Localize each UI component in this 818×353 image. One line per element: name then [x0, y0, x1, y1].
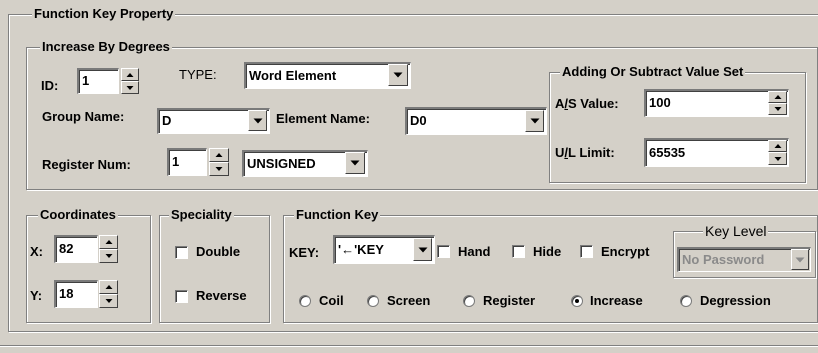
register-num-spinner[interactable] [209, 148, 229, 176]
increase-radio[interactable] [571, 295, 583, 307]
type-label: TYPE: [179, 67, 217, 82]
encrypt-label: Encrypt [601, 244, 650, 259]
as-value-label: A/S Value: [555, 96, 619, 111]
dropdown-arrow-icon [418, 247, 427, 252]
speciality-group [159, 215, 270, 323]
type-dropdown-button[interactable] [388, 64, 408, 86]
hand-label: Hand [458, 244, 491, 259]
spin-up-arrow-icon[interactable] [768, 140, 787, 152]
degression-radio[interactable] [680, 295, 692, 307]
hide-checkbox[interactable] [512, 245, 525, 258]
coil-radio[interactable] [299, 295, 311, 307]
dropdown-arrow-icon [350, 160, 360, 166]
spin-up-arrow-icon[interactable] [99, 235, 118, 249]
register-num-label: Register Num: [42, 157, 131, 172]
x-label: X: [30, 244, 43, 259]
id-label: ID: [41, 78, 59, 93]
register-radio[interactable] [463, 295, 475, 307]
spin-down-arrow-icon[interactable] [768, 152, 787, 165]
as-value-spinner[interactable] [768, 91, 787, 115]
y-label: Y: [30, 288, 43, 303]
reverse-label: Reverse [196, 288, 247, 303]
element-name-dropdown-button[interactable] [525, 110, 544, 132]
radio-selected-dot [575, 299, 579, 303]
sign-type-dropdown-button[interactable] [345, 152, 365, 174]
key-level-dropdown-button[interactable] [791, 249, 809, 270]
function-key-title: Function Key [294, 207, 381, 223]
x-input[interactable]: 82 [54, 235, 98, 263]
screen-label: Screen [387, 293, 431, 308]
dropdown-arrow-icon [253, 118, 262, 123]
y-spinner[interactable] [99, 280, 118, 308]
group-name-label: Group Name: [42, 109, 125, 124]
double-label: Double [196, 244, 241, 259]
key-label: KEY: [289, 245, 320, 260]
coordinates-title: Coordinates [38, 207, 118, 223]
dropdown-arrow-icon [795, 257, 805, 262]
spin-up-arrow-icon[interactable] [99, 280, 118, 294]
increase-label: Increase [590, 293, 643, 308]
increase-by-degrees-title: Increase By Degrees [40, 39, 172, 55]
spin-up-arrow-icon[interactable] [768, 91, 787, 103]
hand-checkbox[interactable] [437, 245, 450, 258]
hide-label: Hide [533, 244, 562, 259]
group-name-dropdown-button[interactable] [248, 110, 267, 131]
ul-limit-label: U/L Limit: [555, 145, 615, 160]
double-checkbox[interactable] [175, 246, 188, 259]
spin-down-arrow-icon[interactable] [209, 162, 229, 176]
adding-subtract-title: Adding Or Subtract Value Set [560, 64, 746, 80]
spin-down-arrow-icon[interactable] [768, 103, 787, 115]
type-select[interactable]: Word Element [244, 62, 411, 89]
key-level-title: Key Level [703, 223, 769, 239]
degression-label: Degression [700, 293, 771, 308]
screen-radio[interactable] [367, 295, 379, 307]
dropdown-arrow-icon [530, 118, 539, 124]
element-name-label: Element Name: [276, 111, 370, 126]
spin-down-arrow-icon[interactable] [99, 249, 118, 263]
function-key-property-title: Function Key Property [32, 6, 176, 22]
encrypt-checkbox[interactable] [580, 245, 593, 258]
ul-limit-spinner[interactable] [768, 140, 787, 165]
spin-up-arrow-icon[interactable] [121, 68, 139, 81]
spin-down-arrow-icon[interactable] [99, 294, 118, 308]
id-input[interactable]: 1 [77, 68, 119, 94]
y-input[interactable]: 18 [54, 280, 98, 308]
spin-up-arrow-icon[interactable] [209, 148, 229, 162]
x-spinner[interactable] [99, 235, 118, 263]
dropdown-arrow-icon [393, 72, 403, 78]
key-dropdown-button[interactable] [413, 238, 432, 261]
coil-label: Coil [319, 293, 344, 308]
id-spinner[interactable] [121, 68, 139, 94]
register-num-input[interactable]: 1 [167, 148, 207, 176]
speciality-title: Speciality [169, 207, 234, 223]
register-label: Register [483, 293, 536, 308]
reverse-checkbox[interactable] [175, 290, 188, 303]
spin-down-arrow-icon[interactable] [121, 81, 139, 94]
